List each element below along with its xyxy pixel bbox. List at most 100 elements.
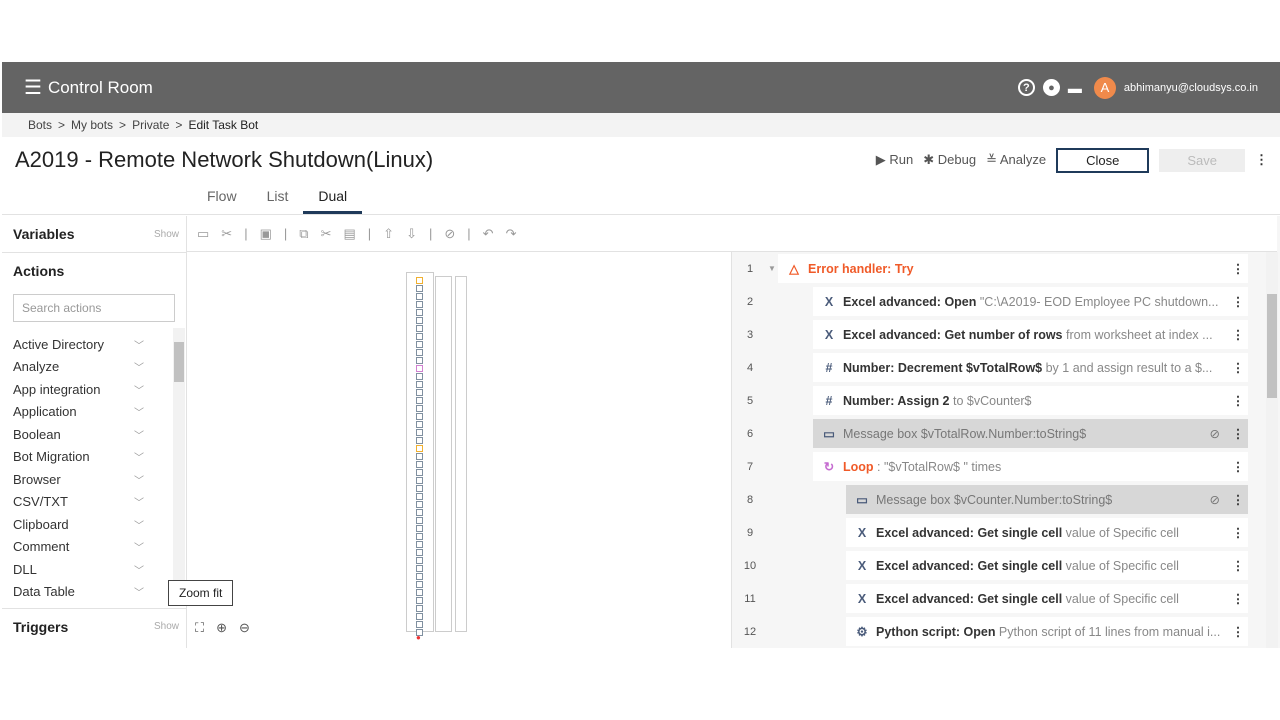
action-category[interactable]: App integration ﹀	[2, 378, 172, 401]
globe-icon[interactable]: ●	[1042, 79, 1060, 96]
action-category[interactable]: Boolean ﹀	[2, 423, 172, 446]
zoom-in-icon[interactable]: ⊕	[216, 620, 227, 636]
flow-node[interactable]	[416, 381, 423, 388]
flow-node[interactable]	[416, 541, 423, 548]
flow-node[interactable]	[416, 301, 423, 308]
flow-node[interactable]	[416, 437, 423, 444]
flow-node[interactable]	[416, 589, 423, 596]
flow-node[interactable]	[416, 421, 423, 428]
action-category[interactable]: Clipboard ﹀	[2, 513, 172, 536]
avatar[interactable]: A	[1093, 76, 1116, 99]
run-button[interactable]: ▶ Run	[876, 152, 913, 168]
flow-node[interactable]	[416, 509, 423, 516]
step-row[interactable]: 12 ⚙ Python script: Open Python script of …	[732, 615, 1280, 648]
action-category[interactable]: DLL ﹀	[2, 558, 172, 581]
step-row[interactable]: 11 X Excel advanced: Get single cell value…	[732, 582, 1280, 615]
flow-node[interactable]	[416, 373, 423, 380]
disable-icon[interactable]: ⊘	[444, 226, 455, 242]
step-menu-icon[interactable]: ⋮	[1228, 525, 1248, 540]
record-icon[interactable]: ▭	[197, 226, 209, 242]
flow-node[interactable]	[416, 349, 423, 356]
flow-node[interactable]	[416, 573, 423, 580]
flow-node[interactable]	[416, 309, 423, 316]
paste-icon[interactable]: ▤	[343, 226, 355, 242]
step-menu-icon[interactable]: ⋮	[1228, 492, 1248, 507]
move-up-icon[interactable]: ⇧	[383, 226, 394, 242]
step-menu-icon[interactable]: ⋮	[1228, 591, 1248, 606]
step-row[interactable]: 1 ▼ △ Error handler: Try ⋮	[732, 252, 1280, 285]
step-menu-icon[interactable]: ⋮	[1228, 624, 1248, 639]
action-category[interactable]: Data Table ﹀	[2, 581, 172, 604]
flow-node[interactable]	[416, 325, 423, 332]
search-actions-input[interactable]: Search actions	[13, 294, 175, 322]
flow-node[interactable]	[416, 453, 423, 460]
flow-node[interactable]	[416, 565, 423, 572]
flow-node[interactable]	[416, 333, 423, 340]
crumb-my-bots[interactable]: My bots	[71, 118, 113, 132]
flow-node[interactable]	[416, 501, 423, 508]
flow-node[interactable]	[416, 557, 423, 564]
undo-icon[interactable]: ↶	[483, 226, 494, 242]
user-email[interactable]: abhimanyu@cloudsys.co.in	[1124, 82, 1258, 94]
step-menu-icon[interactable]: ⋮	[1228, 393, 1248, 408]
flow-node[interactable]	[416, 605, 423, 612]
close-button[interactable]: Close	[1056, 147, 1150, 173]
laptop-icon[interactable]: ▬	[1068, 80, 1082, 96]
step-row[interactable]: 6 ▭ Message box $vTotalRow.Number:toString…	[732, 417, 1280, 450]
redo-icon[interactable]: ↷	[506, 226, 517, 242]
save-button[interactable]: Save	[1159, 148, 1245, 172]
flow-node[interactable]	[416, 445, 423, 452]
flow-node[interactable]	[416, 317, 423, 324]
extract-icon[interactable]: ✂	[221, 226, 232, 242]
action-category[interactable]: Browser ﹀	[2, 468, 172, 491]
action-category[interactable]: Comment ﹀	[2, 536, 172, 559]
variables-show-link[interactable]: Show	[154, 229, 179, 240]
action-category[interactable]: Analyze ﹀	[2, 356, 172, 379]
flow-node[interactable]	[416, 277, 423, 284]
step-row[interactable]: 2 X Excel advanced: Open "C:\A2019- EOD Em…	[732, 285, 1280, 318]
step-menu-icon[interactable]: ⋮	[1228, 261, 1248, 276]
step-menu-icon[interactable]: ⋮	[1228, 360, 1248, 375]
tab-list[interactable]: List	[252, 183, 304, 214]
flow-node[interactable]	[416, 533, 423, 540]
step-menu-icon[interactable]: ⋮	[1228, 558, 1248, 573]
action-category[interactable]: Active Directory ﹀	[2, 333, 172, 356]
capture-icon[interactable]: ▣	[260, 226, 272, 242]
copy-icon[interactable]: ⧉	[299, 226, 308, 242]
flow-node[interactable]	[416, 477, 423, 484]
step-row[interactable]: 7▼↻Loop : "$vTotalRow$ " times⋮	[732, 450, 1280, 483]
flow-node[interactable]	[416, 285, 423, 292]
action-category[interactable]: Application ﹀	[2, 401, 172, 424]
tab-flow[interactable]: Flow	[192, 183, 252, 214]
flow-node[interactable]	[416, 357, 423, 364]
flow-node[interactable]	[416, 389, 423, 396]
step-row[interactable]: 5 # Number: Assign 2 to $vCounter$ ⋮	[732, 384, 1280, 417]
flow-node[interactable]	[416, 613, 423, 620]
action-category[interactable]: Bot Migration ﹀	[2, 446, 172, 469]
step-row[interactable]: 3 X Excel advanced: Get number of rows fro…	[732, 318, 1280, 351]
more-options-icon[interactable]: ⋮	[1255, 152, 1268, 168]
crumb-bots[interactable]: Bots	[28, 118, 52, 132]
actions-scrollbar[interactable]	[173, 328, 185, 604]
flow-node[interactable]	[416, 405, 423, 412]
flow-node[interactable]	[416, 413, 423, 420]
tab-dual[interactable]: Dual	[303, 183, 363, 214]
debug-button[interactable]: ✱ Debug	[923, 152, 976, 168]
step-menu-icon[interactable]: ⋮	[1228, 459, 1248, 474]
hamburger-menu-icon[interactable]: ☰	[24, 75, 42, 100]
help-icon[interactable]: ?	[1017, 79, 1035, 96]
move-down-icon[interactable]: ⇩	[406, 226, 417, 242]
step-row[interactable]: 10 X Excel advanced: Get single cell value…	[732, 549, 1280, 582]
zoom-out-icon[interactable]: ⊖	[239, 620, 250, 636]
flow-node[interactable]	[416, 549, 423, 556]
flow-node[interactable]	[416, 581, 423, 588]
flow-node[interactable]	[416, 397, 423, 404]
collapse-toggle-icon[interactable]: ▼	[768, 264, 776, 273]
flow-node[interactable]	[416, 341, 423, 348]
step-row[interactable]: 9 X Excel advanced: Get single cell value …	[732, 516, 1280, 549]
flow-node[interactable]	[416, 597, 423, 604]
flow-canvas[interactable]: ▭ ✂ | ▣ | ⧉ ✂ ▤ | ⇧ ⇩ | ⊘ | ↶ ↷ ● Zoom fit ⛶ ⊕ ⊖	[168, 216, 1277, 648]
flow-node[interactable]	[416, 485, 423, 492]
zoom-fit-icon[interactable]: ⛶	[195, 620, 204, 636]
cut-icon[interactable]: ✂	[321, 226, 332, 242]
